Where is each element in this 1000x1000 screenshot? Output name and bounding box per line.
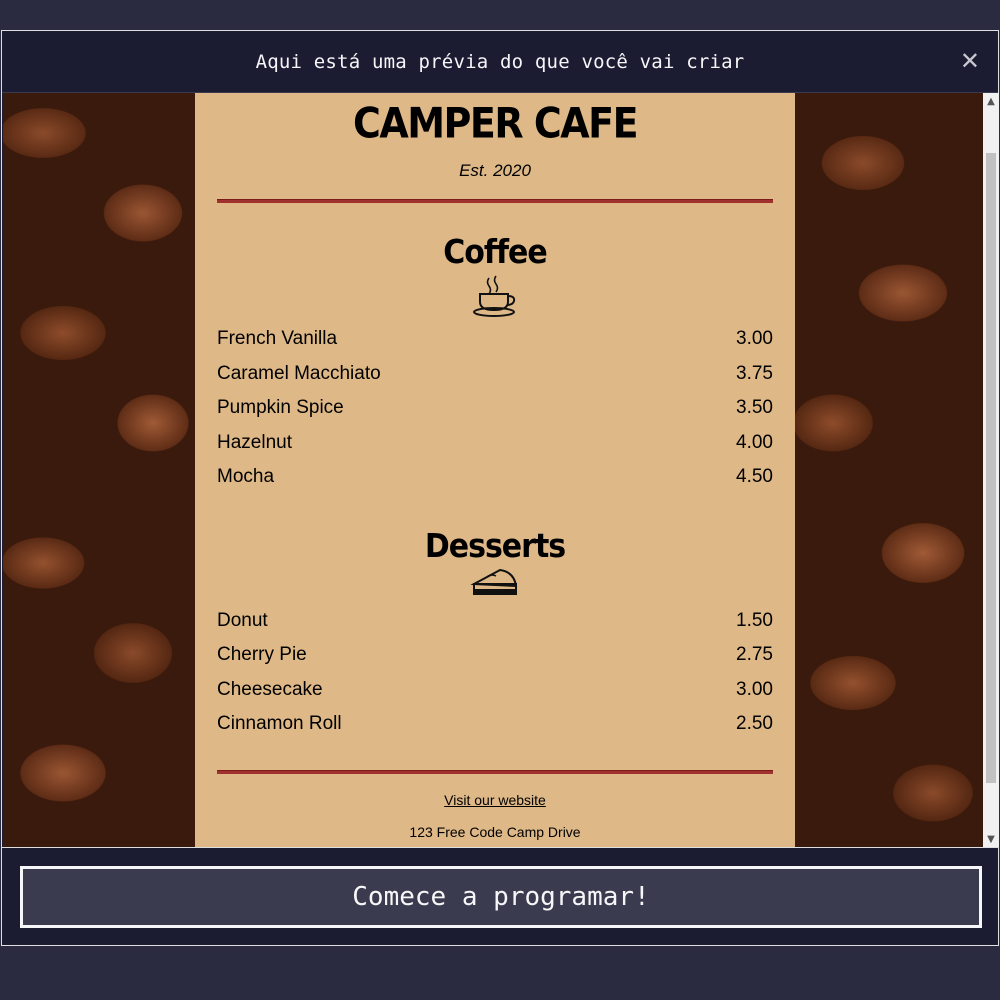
item-price: 3.00 <box>736 678 773 700</box>
menu-item: Hazelnut 4.00 <box>217 426 773 461</box>
coffee-cup-icon <box>217 272 773 318</box>
scroll-up-icon[interactable]: ▲ <box>983 93 999 109</box>
modal-title: Aqui está uma prévia do que você vai cri… <box>255 50 745 73</box>
item-price: 4.50 <box>736 466 773 488</box>
item-name: Donut <box>217 609 268 631</box>
menu-item: Caramel Macchiato 3.75 <box>217 357 773 392</box>
item-price: 3.00 <box>736 328 773 350</box>
item-name: Cinnamon Roll <box>217 713 342 735</box>
item-name: Cherry Pie <box>217 644 307 666</box>
menu-item: Cinnamon Roll 2.50 <box>217 707 773 742</box>
cafe-menu: CAMPER CAFE Est. 2020 Coffee French Vani… <box>195 93 795 847</box>
item-name: Cheesecake <box>217 678 323 700</box>
coffee-items: French Vanilla 3.00 Caramel Macchiato 3.… <box>217 322 773 495</box>
dessert-items: Donut 1.50 Cherry Pie 2.75 Cheesecake 3.… <box>217 604 773 742</box>
item-name: French Vanilla <box>217 328 338 350</box>
menu-item: Cherry Pie 2.75 <box>217 638 773 673</box>
item-price: 3.75 <box>736 362 773 384</box>
website-link[interactable]: Visit our website <box>217 792 773 808</box>
modal-header: Aqui está uma prévia do que você vai cri… <box>2 31 998 93</box>
menu-item: Mocha 4.50 <box>217 460 773 495</box>
menu-item: Pumpkin Spice 3.50 <box>217 391 773 426</box>
close-icon[interactable]: ✕ <box>958 49 982 73</box>
item-name: Pumpkin Spice <box>217 397 344 419</box>
established-text: Est. 2020 <box>459 161 531 180</box>
item-name: Mocha <box>217 466 275 488</box>
vertical-scrollbar[interactable]: ▲ ▼ <box>983 93 999 847</box>
address-text: 123 Free Code Camp Drive <box>409 823 581 840</box>
menu-item: Cheesecake 3.00 <box>217 673 773 708</box>
pie-slice-icon <box>217 566 773 600</box>
item-price: 3.50 <box>736 397 773 419</box>
modal-footer: Comece a programar! <box>2 847 998 945</box>
item-price: 2.75 <box>736 644 773 666</box>
preview-modal: Aqui está uma prévia do que você vai cri… <box>1 30 999 946</box>
preview-frame[interactable]: CAMPER CAFE Est. 2020 Coffee French Vani… <box>3 93 999 847</box>
item-price: 1.50 <box>736 609 773 631</box>
item-name: Caramel Macchiato <box>217 362 381 384</box>
cafe-title: CAMPER CAFE <box>352 98 639 148</box>
item-price: 4.00 <box>736 431 773 453</box>
scroll-down-icon[interactable]: ▼ <box>983 831 999 847</box>
scroll-thumb[interactable] <box>986 153 996 783</box>
divider <box>217 769 773 774</box>
desserts-section-title: Desserts <box>424 526 566 566</box>
coffee-section-title: Coffee <box>443 233 547 272</box>
menu-item: Donut 1.50 <box>217 604 773 639</box>
start-coding-button[interactable]: Comece a programar! <box>20 866 982 928</box>
menu-item: French Vanilla 3.00 <box>217 322 773 357</box>
item-name: Hazelnut <box>217 431 292 453</box>
item-price: 2.50 <box>736 713 773 735</box>
divider <box>217 199 773 203</box>
